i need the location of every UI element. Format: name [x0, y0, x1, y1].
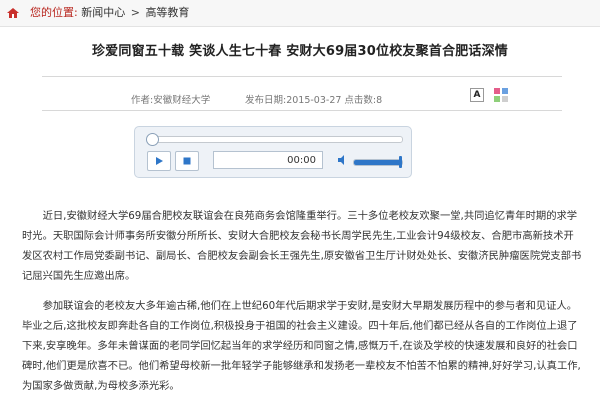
play-icon — [156, 157, 163, 165]
breadcrumb-separator: > — [130, 6, 140, 19]
stop-button[interactable] — [175, 151, 199, 171]
breadcrumb-label: 您的位置: — [30, 6, 78, 19]
breadcrumb-link-news[interactable]: 新闻中心 — [81, 6, 125, 19]
article-paragraph-1: 近日,安徽财经大学69届合肥校友联谊会在良苑商务会馆隆重举行。三十多位老校友欢聚… — [22, 210, 582, 282]
color-grid-icon[interactable] — [494, 88, 508, 102]
home-icon — [7, 8, 19, 18]
font-size-button[interactable]: A — [470, 88, 484, 102]
volume-slider[interactable] — [353, 156, 403, 168]
meta-divider — [42, 110, 562, 111]
article-title: 珍爱同窗五十载 笑谈人生七十春 安财大69届30位校友聚首合肥话深情 — [91, 44, 509, 59]
volume-handle[interactable] — [399, 156, 402, 168]
audio-player: 00:00 — [134, 126, 412, 178]
article-author: 作者:安徽财经大学 — [131, 95, 211, 106]
time-display: 00:00 — [213, 151, 323, 169]
breadcrumb-link-higher-education[interactable]: 高等教育 — [145, 6, 189, 19]
volume-fill — [354, 160, 402, 165]
breadcrumb-text: 您的位置: 新闻中心 > 高等教育 — [30, 6, 189, 20]
volume-icon[interactable] — [337, 154, 349, 166]
stop-icon — [183, 157, 191, 165]
title-divider — [42, 76, 562, 77]
article-paragraph-2: 参加联谊会的老校友大多年逾古稀,他们在上世纪60年代后期求学于安财,是安财大早期… — [22, 300, 581, 392]
seek-bar[interactable] — [146, 133, 403, 146]
seek-handle[interactable] — [146, 133, 159, 146]
article-publish-info: 发布日期:2015-03-27 点击数:8 — [245, 95, 383, 106]
play-button[interactable] — [147, 151, 171, 171]
breadcrumb: 您的位置: 新闻中心 > 高等教育 — [0, 0, 600, 27]
